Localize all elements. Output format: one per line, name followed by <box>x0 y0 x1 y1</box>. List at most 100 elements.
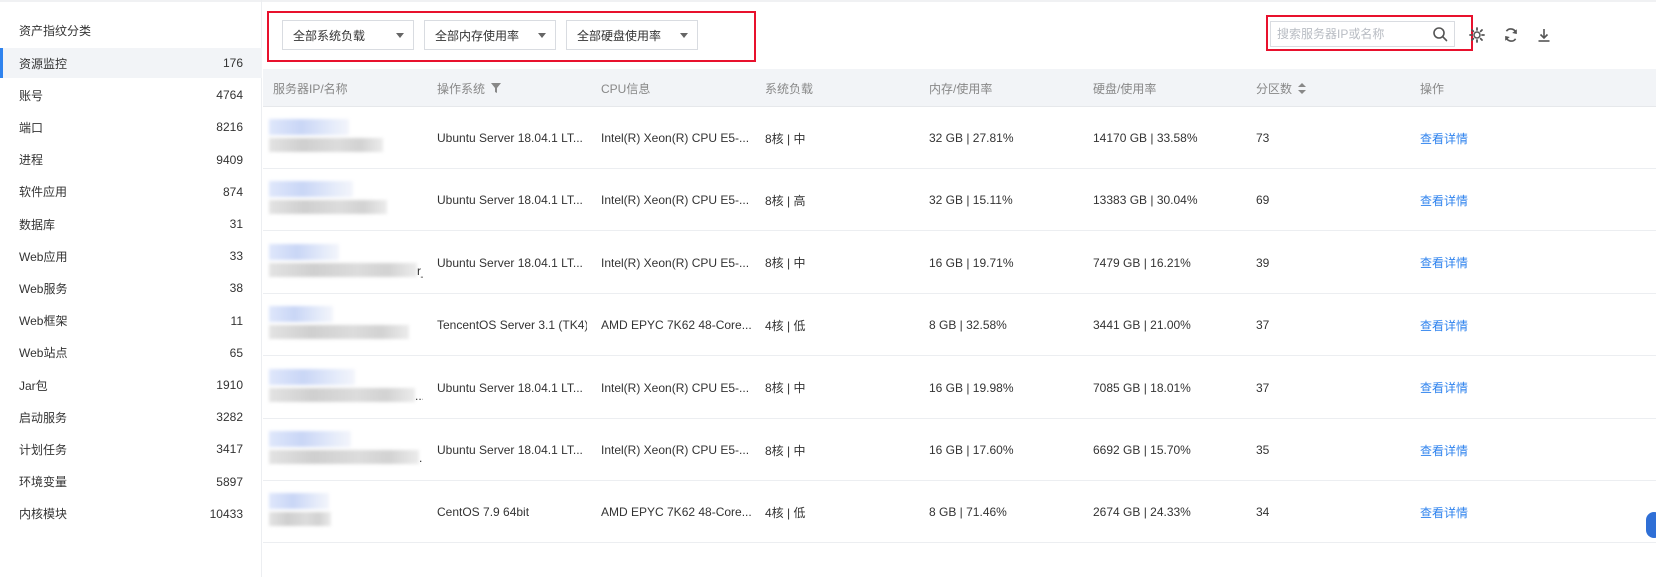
memory-cell: 32 GB | 15.11% <box>929 193 1013 208</box>
search-icon[interactable] <box>1432 26 1448 42</box>
column-header-partitions[interactable]: 分区数 <box>1256 69 1307 107</box>
table-row: Ubuntu Server 18.04.1 LT... Intel(R) Xeon… <box>263 107 1656 169</box>
table-row: Ubuntu Server 18.04.1 LT... Intel(R) Xeon… <box>263 169 1656 232</box>
server-name-cell <box>263 294 423 356</box>
download-icon[interactable] <box>1535 26 1553 44</box>
disk-cell: 7479 GB | 16.21% <box>1093 255 1191 270</box>
partitions-cell: 37 <box>1256 380 1270 395</box>
sidebar-item-label: 账号 <box>19 88 44 103</box>
table-header: 服务器IP/名称 操作系统 CPU信息 系统负载 内存/使用率 硬盘/使用率 分… <box>263 69 1656 107</box>
sidebar-item-label: Jar包 <box>19 378 48 393</box>
floating-help-button[interactable] <box>1646 512 1656 538</box>
table-row: .. Ubuntu Server 18.04.1 LT... Intel(R) Xe… <box>263 419 1656 481</box>
partitions-cell: 39 <box>1256 255 1270 270</box>
chevron-down-icon <box>538 33 546 38</box>
sidebar-item[interactable]: Jar包 1910 <box>0 370 262 400</box>
sidebar-item-count: 5897 <box>216 474 243 489</box>
sidebar-item[interactable]: 进程 9409 <box>0 145 262 175</box>
disk-cell: 2674 GB | 24.33% <box>1093 505 1191 520</box>
os-cell: Ubuntu Server 18.04.1 LT... <box>437 380 583 395</box>
view-details-link[interactable]: 查看详情 <box>1420 294 1468 356</box>
view-details-link[interactable]: 查看详情 <box>1420 419 1468 481</box>
column-header-os[interactable]: 操作系统 <box>437 69 502 107</box>
system-load-filter[interactable]: 全部系统负载 <box>282 20 414 50</box>
sidebar-item[interactable]: Web框架 11 <box>0 306 262 336</box>
sidebar-item-label: Web站点 <box>19 346 68 361</box>
memory-cell: 16 GB | 19.98% <box>929 380 1014 395</box>
server-name-cell: r_... <box>263 232 423 294</box>
sidebar-item-label: 端口 <box>19 120 44 135</box>
sidebar-item-count: 1910 <box>216 378 243 392</box>
load-cell: 8核 | 中 <box>765 443 806 458</box>
sidebar-item[interactable]: Web站点 65 <box>0 338 262 368</box>
sort-icon[interactable] <box>1298 82 1307 94</box>
sidebar-item-label: 进程 <box>19 153 44 168</box>
view-details-link[interactable]: 查看详情 <box>1420 107 1468 169</box>
sidebar-item-count: 33 <box>229 249 243 264</box>
chevron-down-icon <box>396 33 404 38</box>
disk-cell: 6692 GB | 15.70% <box>1093 443 1191 457</box>
column-header-memory: 内存/使用率 <box>929 81 993 96</box>
sidebar-item-count: 38 <box>229 281 243 296</box>
cpu-cell: Intel(R) Xeon(R) CPU E5-... <box>601 131 750 145</box>
cpu-cell: Intel(R) Xeon(R) CPU E5-... <box>601 443 750 457</box>
partitions-cell: 73 <box>1256 131 1270 145</box>
sidebar-item-label: 环境变量 <box>19 475 68 490</box>
chevron-down-icon <box>680 33 688 38</box>
sidebar-item[interactable]: 账号 4764 <box>0 80 262 110</box>
sidebar-item[interactable]: Web服务 38 <box>0 273 262 303</box>
settings-icon[interactable] <box>1468 26 1486 44</box>
disk-cell: 13383 GB | 30.04% <box>1093 193 1198 208</box>
sidebar-item-count: 8216 <box>216 120 243 135</box>
server-name-cell: ... <box>263 357 423 419</box>
asset-category-sidebar: 资产指纹分类 资源监控 176 账号 4764 端口 8216 进程 9409 软件应用 874 数… <box>0 0 262 577</box>
sidebar-item[interactable]: Web应用 33 <box>0 241 262 271</box>
disk-cell: 7085 GB | 18.01% <box>1093 380 1191 395</box>
sidebar-item-label: 内核模块 <box>19 507 68 522</box>
load-cell: 8核 | 中 <box>765 256 806 271</box>
sidebar-item-count: 874 <box>222 184 243 199</box>
os-cell: Ubuntu Server 18.04.1 LT... <box>437 443 583 457</box>
table-row: TencentOS Server 3.1 (TK4) AMD EPYC 7K62 … <box>263 294 1656 357</box>
view-details-link[interactable]: 查看详情 <box>1420 169 1468 231</box>
view-details-link[interactable]: 查看详情 <box>1420 481 1468 543</box>
disk-usage-filter[interactable]: 全部硬盘使用率 <box>566 20 698 50</box>
load-cell: 8核 | 高 <box>765 193 806 208</box>
sidebar-item[interactable]: 内核模块 10433 <box>0 499 262 529</box>
refresh-icon[interactable] <box>1502 26 1520 44</box>
sidebar-item-count: 10433 <box>209 506 243 521</box>
sidebar-item[interactable]: 资源监控 176 <box>0 48 262 78</box>
cpu-cell: Intel(R) Xeon(R) CPU E5-... <box>601 255 750 270</box>
memory-usage-filter-label: 全部内存使用率 <box>435 28 520 43</box>
os-cell: Ubuntu Server 18.04.1 LT... <box>437 255 583 270</box>
view-details-link[interactable]: 查看详情 <box>1420 232 1468 294</box>
sidebar-item[interactable]: 软件应用 874 <box>0 177 262 207</box>
search-input[interactable] <box>1270 21 1455 47</box>
sidebar-item-label: Web框架 <box>19 314 68 329</box>
sidebar-item-count: 176 <box>222 56 243 70</box>
view-details-link[interactable]: 查看详情 <box>1420 357 1468 419</box>
server-name-suffix: r_... <box>417 263 423 278</box>
column-header-disk: 硬盘/使用率 <box>1093 81 1157 96</box>
filter-icon[interactable] <box>491 83 502 93</box>
sidebar-title: 资产指纹分类 <box>19 24 92 38</box>
cpu-cell: AMD EPYC 7K62 48-Core... <box>601 505 751 520</box>
sidebar-item[interactable]: 计划任务 3417 <box>0 434 262 464</box>
sidebar-item[interactable]: 端口 8216 <box>0 112 262 142</box>
os-cell: Ubuntu Server 18.04.1 LT... <box>437 193 583 208</box>
load-cell: 4核 | 低 <box>765 318 806 333</box>
sidebar-item[interactable]: 环境变量 5897 <box>0 467 262 497</box>
memory-cell: 16 GB | 19.71% <box>929 255 1014 270</box>
sidebar-item-count: 31 <box>229 217 243 231</box>
memory-cell: 8 GB | 32.58% <box>929 318 1007 333</box>
memory-usage-filter[interactable]: 全部内存使用率 <box>424 20 556 50</box>
sidebar-item[interactable]: 启动服务 3282 <box>0 402 262 432</box>
cpu-cell: AMD EPYC 7K62 48-Core... <box>601 318 751 333</box>
column-header-cpu: CPU信息 <box>601 81 651 96</box>
sidebar-item[interactable]: 数据库 31 <box>0 209 262 239</box>
os-cell: TencentOS Server 3.1 (TK4) <box>437 318 587 333</box>
server-name-suffix: ... <box>415 388 423 403</box>
server-name-cell <box>263 169 423 231</box>
cpu-cell: Intel(R) Xeon(R) CPU E5-... <box>601 193 750 208</box>
memory-cell: 32 GB | 27.81% <box>929 131 1014 145</box>
